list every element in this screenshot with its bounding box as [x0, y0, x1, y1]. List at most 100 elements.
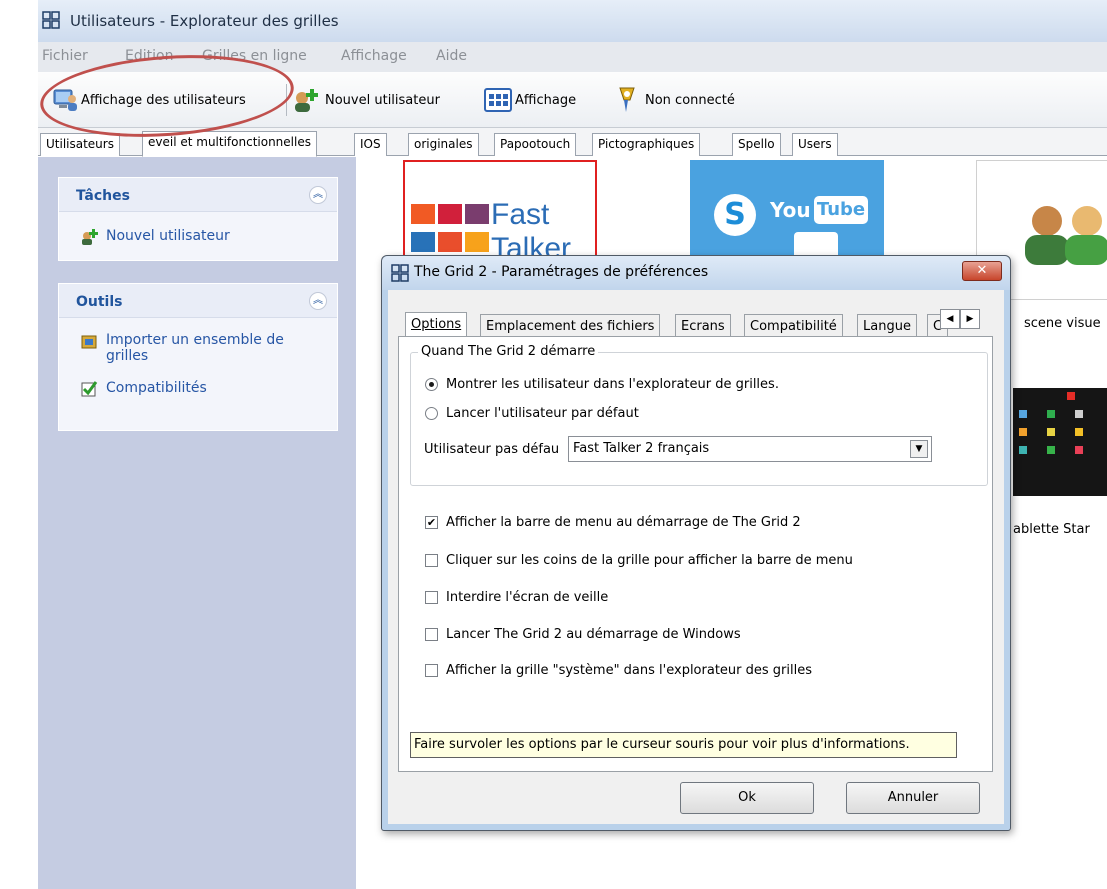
tasks-panel: Tâches ︽ Nouvel utilisateur [58, 177, 338, 261]
tools-panel-header[interactable]: Outils ︽ [59, 284, 337, 318]
chevron-down-icon[interactable]: ▼ [910, 440, 928, 458]
dialog-titlebar[interactable]: The Grid 2 - Paramétrages de préférences… [382, 256, 1010, 290]
dialog-title: The Grid 2 - Paramétrages de préférences [414, 264, 709, 280]
connection-status-label: Non connecté [645, 92, 735, 108]
checkbox[interactable] [425, 591, 438, 604]
tab-pictographiques[interactable]: Pictographiques [592, 133, 701, 156]
tile [438, 232, 462, 252]
tab-ecrans[interactable]: Ecrans [675, 314, 731, 338]
tool-compatibility-label: Compatibilités [106, 380, 207, 396]
new-user-label: Nouvel utilisateur [325, 92, 440, 108]
tile [1047, 446, 1055, 454]
import-package-icon [81, 335, 97, 349]
add-user-icon [82, 229, 98, 245]
menu-fichier[interactable]: Fichier [42, 48, 88, 64]
tile [1019, 446, 1027, 454]
grid-app-icon [391, 264, 409, 282]
radio-show-users[interactable]: Montrer les utilisateur dans l'explorate… [425, 377, 779, 392]
check-corner-click-label: Cliquer sur les coins de la grille pour … [446, 553, 853, 568]
collapse-icon[interactable]: ︽ [309, 186, 327, 204]
tile [411, 204, 435, 224]
check-no-screensaver-label: Interdire l'écran de veille [446, 590, 609, 605]
new-user-button[interactable]: Nouvel utilisateur [292, 72, 440, 128]
hint-box: Faire survoler les options par le curseu… [410, 732, 957, 758]
window-title: Utilisateurs - Explorateur des grilles [70, 12, 339, 30]
menu-affichage[interactable]: Affichage [341, 48, 407, 64]
view-grid-icon [484, 88, 512, 112]
tool-import-grids[interactable]: Importer un ensemble de grilles [80, 332, 320, 364]
checkbox-checked[interactable]: ✔ [425, 516, 438, 529]
startup-group-title: Quand The Grid 2 démarre [418, 344, 599, 359]
checkbox[interactable] [425, 628, 438, 641]
grid-thumb-social[interactable]: S You Tube [690, 160, 884, 260]
view-label: Affichage [515, 92, 577, 108]
radio-button-checked[interactable] [425, 378, 438, 391]
tile [1075, 428, 1083, 436]
grid-thumb-fast-talker[interactable]: Fast Talker [403, 160, 597, 260]
ok-button[interactable]: Ok [680, 782, 814, 814]
tile [465, 232, 489, 252]
check-menu-bar-startup-label: Afficher la barre de menu au démarrage d… [446, 515, 801, 530]
users-group-icon [1025, 206, 1107, 265]
tools-panel: Outils ︽ Importer un ensemble de grilles… [58, 283, 338, 431]
radio-show-users-label: Montrer les utilisateur dans l'explorate… [446, 377, 779, 392]
tab-ios[interactable]: IOS [354, 133, 387, 156]
close-icon[interactable]: ✕ [962, 261, 1002, 281]
scene-visual-label: scene visue [1024, 316, 1101, 331]
radio-default-user-label: Lancer l'utilisateur par défaut [446, 406, 639, 421]
tile [1075, 410, 1083, 418]
window-titlebar: Utilisateurs - Explorateur des grilles [38, 0, 1107, 42]
checkmark-icon [81, 381, 98, 397]
tools-title: Outils [76, 294, 123, 310]
connection-status[interactable]: Non connecté [612, 72, 735, 128]
tab-users[interactable]: Users [792, 133, 838, 156]
view-button[interactable]: Affichage [484, 72, 576, 128]
tile [1047, 410, 1055, 418]
tile [1047, 428, 1055, 436]
checkbox[interactable] [425, 554, 438, 567]
tab-originales[interactable]: originales [408, 133, 479, 156]
checkbox[interactable] [425, 664, 438, 677]
grid-app-icon [42, 11, 60, 29]
check-system-grid[interactable]: Afficher la grille "système" dans l'expl… [425, 663, 812, 678]
task-new-user[interactable]: Nouvel utilisateur [80, 228, 230, 246]
tab-scroll-left-icon[interactable]: ◀ [940, 309, 960, 329]
add-user-icon [295, 89, 318, 112]
tile [411, 232, 435, 252]
tab-papootouch[interactable]: Papootouch [494, 133, 577, 156]
tab-langue[interactable]: Langue [857, 314, 917, 338]
check-menu-bar-startup[interactable]: ✔ Afficher la barre de menu au démarrage… [425, 515, 801, 530]
check-system-grid-label: Afficher la grille "système" dans l'expl… [446, 663, 812, 678]
menu-aide[interactable]: Aide [436, 48, 467, 64]
default-user-label: Utilisateur pas défau [424, 442, 560, 457]
tab-utilisateurs[interactable]: Utilisateurs [40, 133, 120, 156]
tab-scroll-right-icon[interactable]: ▶ [960, 309, 980, 329]
tool-import-grids-label: Importer un ensemble de grilles [106, 332, 284, 364]
check-launch-windows[interactable]: Lancer The Grid 2 au démarrage de Window… [425, 627, 741, 642]
disconnected-icon [619, 87, 635, 112]
skype-icon: S [714, 194, 756, 236]
grid-thumb-tablette[interactable] [1013, 388, 1107, 496]
tab-options[interactable]: Options [405, 312, 468, 339]
tasks-panel-header[interactable]: Tâches ︽ [59, 178, 337, 212]
tile [1019, 410, 1027, 418]
tool-compatibility[interactable]: Compatibilités [80, 380, 207, 398]
tile [1019, 428, 1027, 436]
tab-compatibilite[interactable]: Compatibilité [744, 314, 843, 338]
check-no-screensaver[interactable]: Interdire l'écran de veille [425, 590, 608, 605]
radio-button[interactable] [425, 407, 438, 420]
radio-default-user[interactable]: Lancer l'utilisateur par défaut [425, 406, 639, 421]
tab-emplacement[interactable]: Emplacement des fichiers [480, 314, 661, 338]
fast-text: Fast [491, 198, 550, 231]
youtube-you-text: You [770, 198, 811, 222]
tab-options-label: Options [411, 317, 462, 332]
youtube-tube-text: Tube [814, 196, 868, 224]
tile [1075, 446, 1083, 454]
collapse-icon[interactable]: ︽ [309, 292, 327, 310]
default-user-select[interactable]: Fast Talker 2 français ▼ [568, 436, 932, 462]
tile [465, 204, 489, 224]
cancel-button[interactable]: Annuler [846, 782, 980, 814]
check-corner-click[interactable]: Cliquer sur les coins de la grille pour … [425, 553, 853, 568]
check-launch-windows-label: Lancer The Grid 2 au démarrage de Window… [446, 627, 741, 642]
tab-spello[interactable]: Spello [732, 133, 781, 156]
